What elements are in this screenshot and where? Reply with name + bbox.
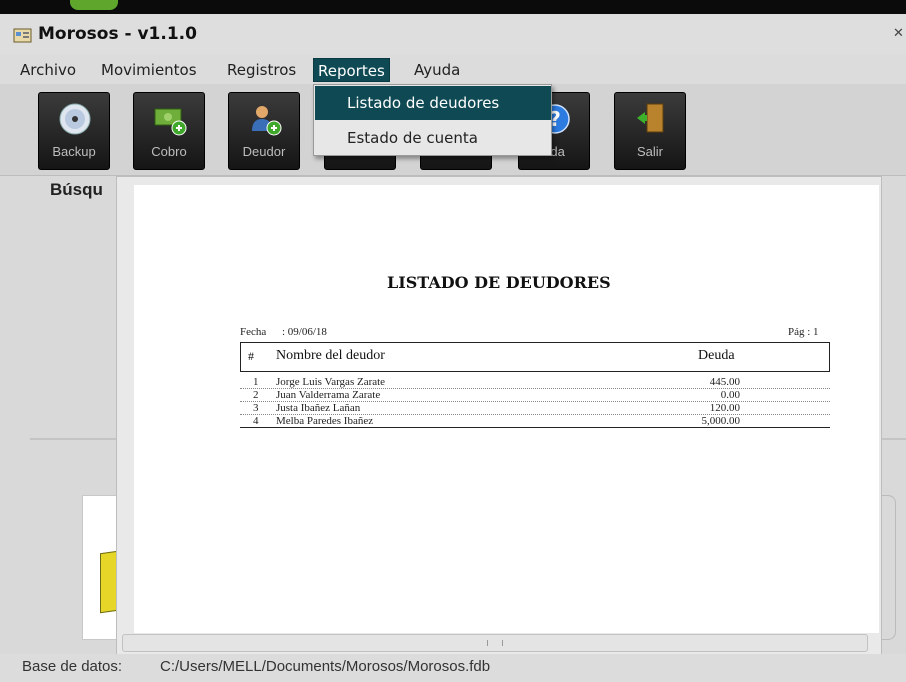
date-value: : 09/06/18 (282, 326, 327, 338)
cobro-button[interactable]: Cobro (133, 92, 205, 170)
exit-door-icon (637, 103, 664, 133)
cobro-label: Cobro (151, 144, 187, 159)
backup-button[interactable]: Backup (38, 92, 110, 170)
menu-movimientos[interactable]: Movimientos (97, 58, 201, 82)
row-debt: 120.00 (709, 402, 740, 414)
database-label: Base de datos: (22, 658, 123, 675)
decorative-shape (70, 0, 118, 10)
column-num: # (248, 349, 254, 363)
row-num: 2 (253, 389, 259, 401)
salir-button[interactable]: Salir (614, 92, 686, 170)
search-label: Búsqu (50, 180, 103, 199)
divider (880, 438, 906, 440)
menu-archivo[interactable]: Archivo (16, 58, 80, 82)
table-row: 4 Melba Paredes Ibañez 5,000.00 (240, 415, 830, 428)
app-icon (13, 28, 32, 43)
table-row: 3 Justa Ibañez Lañan 120.00 (240, 402, 830, 415)
horizontal-scrollbar[interactable] (122, 634, 868, 652)
menu-item-estado-cuenta[interactable]: Estado de cuenta (315, 121, 551, 155)
user-add-icon (252, 106, 282, 136)
deudor-label: Deudor (242, 144, 286, 159)
table-row: 2 Juan Valderrama Zarate 0.00 (240, 389, 830, 402)
deudor-button[interactable]: Deudor (228, 92, 300, 170)
salir-label: Salir (636, 144, 663, 159)
menu-reportes[interactable]: Reportes (313, 58, 390, 82)
top-strip (0, 0, 906, 14)
database-path: C:/Users/MELL/Documents/Morosos/Morosos.… (160, 658, 491, 675)
menu-ayuda[interactable]: Ayuda (410, 58, 464, 82)
close-icon[interactable]: ✕ (893, 26, 904, 41)
date-label: Fecha (240, 326, 267, 338)
row-name: Melba Paredes Ibañez (276, 415, 374, 427)
column-debt: Deuda (698, 348, 735, 363)
row-num: 3 (253, 402, 259, 414)
row-name: Jorge Luis Vargas Zarate (276, 376, 386, 388)
row-num: 4 (253, 415, 259, 427)
scrollbar-grip[interactable] (487, 640, 503, 646)
column-name: Nombre del deudor (276, 348, 385, 363)
window-title: Morosos - v1.1.0 (38, 24, 197, 44)
page-number: Pág : 1 (788, 326, 819, 338)
money-add-icon (154, 108, 187, 136)
reportes-dropdown: Listado de deudores Estado de cuenta (313, 84, 552, 156)
row-name: Justa Ibañez Lañan (276, 402, 361, 414)
report-title: LISTADO DE DEUDORES (387, 273, 611, 292)
row-debt: 0.00 (720, 389, 740, 401)
disc-icon (59, 103, 91, 135)
row-name: Juan Valderrama Zarate (276, 389, 381, 401)
divider (30, 438, 120, 440)
backup-label: Backup (52, 144, 96, 159)
menu-registros[interactable]: Registros (223, 58, 300, 82)
row-debt: 445.00 (709, 376, 740, 388)
row-debt: 5,000.00 (701, 415, 741, 427)
row-num: 1 (253, 376, 259, 388)
table-row: 1 Jorge Luis Vargas Zarate 445.00 (240, 376, 830, 389)
menu-item-listado-deudores[interactable]: Listado de deudores (315, 86, 551, 120)
